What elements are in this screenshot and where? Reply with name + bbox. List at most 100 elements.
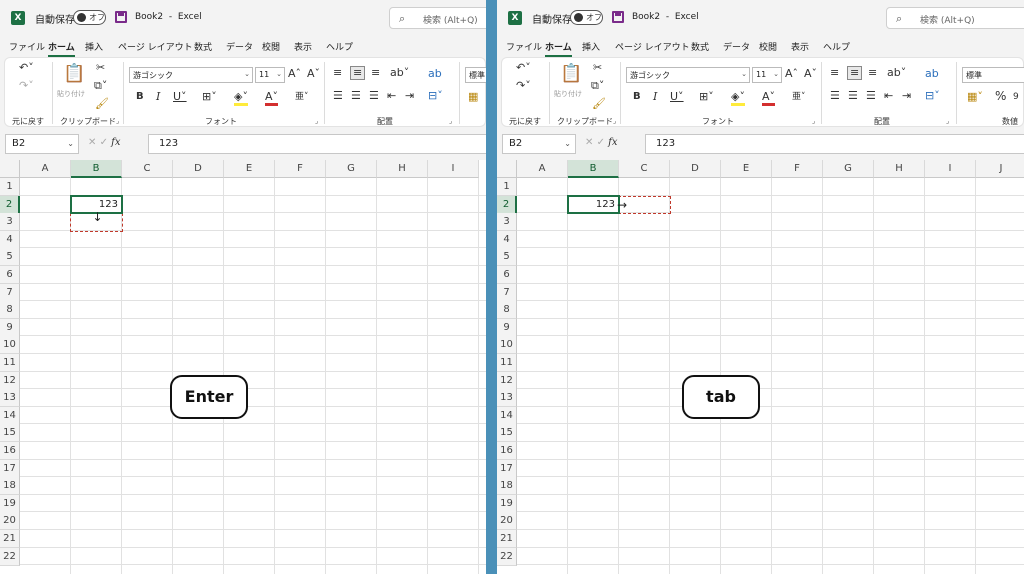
number-format-select[interactable]: 標準	[465, 67, 486, 83]
tab-review[interactable]: 校閲	[262, 40, 280, 53]
enter-icon[interactable]: ✓	[597, 137, 605, 148]
tab-file[interactable]: ファイル	[506, 40, 542, 53]
column-header-b[interactable]: B	[71, 160, 122, 178]
cut-icon[interactable]: ✂	[96, 62, 105, 74]
row-header-5[interactable]: 5	[0, 248, 20, 267]
format-painter-icon[interactable]: 🖌	[95, 98, 109, 110]
copy-icon[interactable]: ⧉˅	[94, 80, 107, 92]
underline-icon[interactable]: U˅	[670, 91, 684, 103]
cut-icon[interactable]: ✂	[593, 62, 602, 74]
column-header-h[interactable]: H	[377, 160, 428, 178]
row-header-14[interactable]: 14	[0, 406, 20, 425]
column-header-h[interactable]: H	[874, 160, 925, 178]
save-icon[interactable]	[612, 11, 624, 23]
row-header-6[interactable]: 6	[0, 266, 20, 284]
border-icon[interactable]: ⊞˅	[202, 91, 217, 103]
row-header-15[interactable]: 15	[0, 424, 20, 443]
font-launcher-icon[interactable]: ⌟	[315, 117, 318, 125]
tab-formulas[interactable]: 数式	[194, 40, 212, 53]
accounting-format-icon[interactable]: ▦	[468, 91, 478, 103]
column-header-g[interactable]: G	[326, 160, 377, 178]
tab-insert[interactable]: 挿入	[85, 40, 103, 53]
redo-icon[interactable]: ↷˅	[19, 80, 34, 92]
tab-help[interactable]: ヘルプ	[823, 40, 850, 53]
autosave-toggle[interactable]: オフ	[73, 10, 106, 25]
align-center-icon[interactable]: ☰	[848, 90, 858, 102]
phonetic-icon[interactable]: 亜˅	[295, 91, 309, 103]
tab-home[interactable]: ホーム	[545, 40, 572, 57]
tab-formulas[interactable]: 数式	[691, 40, 709, 53]
row-header-15[interactable]: 15	[497, 424, 517, 443]
font-name-select[interactable]: 游ゴシック ⌄	[626, 67, 750, 83]
shrink-font-icon[interactable]: Aˇ	[804, 68, 817, 80]
row-header-21[interactable]: 21	[0, 530, 20, 548]
undo-icon[interactable]: ↶˅	[516, 62, 531, 74]
align-bottom-icon[interactable]: ≡	[868, 67, 877, 79]
percent-icon[interactable]: %	[995, 90, 1006, 102]
row-header-3[interactable]: 3	[497, 213, 517, 232]
redo-icon[interactable]: ↷˅	[516, 80, 531, 92]
alignment-launcher-icon[interactable]: ⌟	[449, 117, 452, 125]
worksheet-grid[interactable]: A B C D E F G H I J 1 2 3 4 5 6 7 8 9 10 11 12 13 14 15 16 17 18 19 2…	[497, 160, 1024, 574]
copy-icon[interactable]: ⧉˅	[591, 80, 604, 92]
enter-icon[interactable]: ✓	[100, 137, 108, 148]
italic-icon[interactable]: I	[653, 91, 657, 103]
tab-data[interactable]: データ	[226, 40, 253, 53]
align-left-icon[interactable]: ☰	[333, 90, 343, 102]
grow-font-icon[interactable]: Aˆ	[785, 68, 798, 80]
wrap-text-icon[interactable]: ab	[925, 68, 939, 80]
increase-indent-icon[interactable]: ⇥	[902, 90, 911, 102]
number-format-select[interactable]: 標準	[962, 67, 1024, 83]
tab-home[interactable]: ホーム	[48, 40, 75, 57]
row-header-1[interactable]: 1	[497, 178, 517, 196]
column-header-e[interactable]: E	[224, 160, 275, 178]
row-header-7[interactable]: 7	[0, 283, 20, 302]
row-header-18[interactable]: 18	[0, 477, 20, 496]
tab-data[interactable]: データ	[723, 40, 750, 53]
column-header-f[interactable]: F	[275, 160, 326, 178]
paste-icon[interactable]: 📋	[63, 64, 85, 84]
row-header-19[interactable]: 19	[497, 494, 517, 513]
border-icon[interactable]: ⊞˅	[699, 91, 714, 103]
undo-icon[interactable]: ↶˅	[19, 62, 34, 74]
cancel-icon[interactable]: ✕	[585, 137, 593, 148]
column-header-a[interactable]: A	[517, 160, 568, 178]
align-center-icon[interactable]: ☰	[351, 90, 361, 102]
decrease-indent-icon[interactable]: ⇤	[387, 90, 396, 102]
row-header-3[interactable]: 3	[0, 213, 20, 232]
row-header-11[interactable]: 11	[497, 354, 517, 372]
bold-icon[interactable]: B	[136, 91, 144, 103]
column-header-e[interactable]: E	[721, 160, 772, 178]
row-header-2[interactable]: 2	[0, 195, 20, 214]
row-header-14[interactable]: 14	[497, 406, 517, 425]
row-header-17[interactable]: 17	[0, 459, 20, 478]
search-box[interactable]: ⌕ 検索 (Alt+Q)	[389, 7, 486, 29]
font-name-select[interactable]: 游ゴシック ⌄	[129, 67, 253, 83]
row-header-8[interactable]: 8	[0, 301, 20, 320]
column-header-f[interactable]: F	[772, 160, 823, 178]
row-header-17[interactable]: 17	[497, 459, 517, 478]
tab-page-layout[interactable]: ページ レイアウト	[615, 40, 690, 53]
format-painter-icon[interactable]: 🖌	[592, 98, 606, 110]
merge-center-icon[interactable]: ⊟˅	[925, 90, 940, 102]
row-header-12[interactable]: 12	[0, 371, 20, 390]
fill-color-icon[interactable]: ◈˅	[731, 91, 745, 106]
tab-insert[interactable]: 挿入	[582, 40, 600, 53]
font-size-select[interactable]: 11 ⌄	[752, 67, 782, 83]
align-top-icon[interactable]: ≡	[830, 67, 839, 79]
column-header-d[interactable]: D	[173, 160, 224, 178]
column-header-d[interactable]: D	[670, 160, 721, 178]
bold-icon[interactable]: B	[633, 91, 641, 103]
formula-input[interactable]: 123	[148, 134, 486, 154]
search-box[interactable]: ⌕ 検索 (Alt+Q)	[886, 7, 1024, 29]
column-header-a[interactable]: A	[20, 160, 71, 178]
accounting-format-icon[interactable]: ▦˅	[967, 91, 983, 103]
wrap-text-icon[interactable]: ab	[428, 68, 442, 80]
select-all-corner[interactable]	[497, 160, 517, 178]
font-color-icon[interactable]: A˅	[265, 91, 279, 106]
clipboard-launcher-icon[interactable]: ⌟	[613, 117, 616, 125]
row-header-8[interactable]: 8	[497, 301, 517, 320]
align-right-icon[interactable]: ☰	[866, 90, 876, 102]
row-header-2[interactable]: 2	[497, 195, 517, 214]
increase-indent-icon[interactable]: ⇥	[405, 90, 414, 102]
